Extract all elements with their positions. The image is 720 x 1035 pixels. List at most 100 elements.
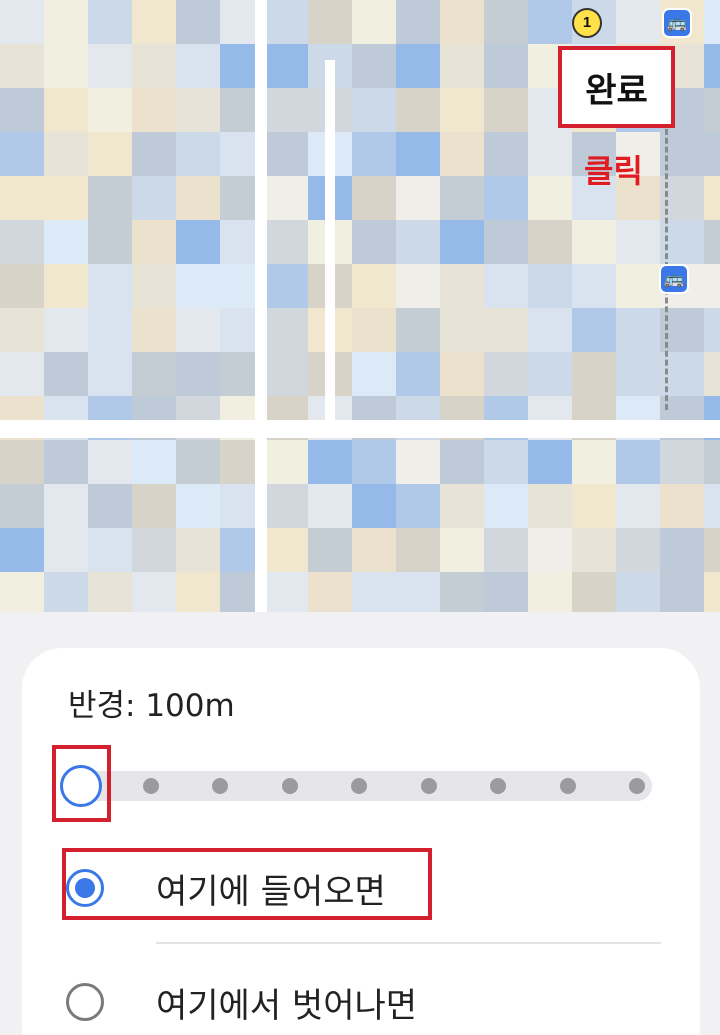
map-tile	[176, 528, 220, 572]
poi-number-badge[interactable]: 1	[572, 8, 602, 38]
map-tile	[528, 308, 572, 352]
map-tile	[176, 308, 220, 352]
map-tile	[176, 440, 220, 484]
map-tile	[704, 88, 720, 132]
map-tile	[0, 176, 44, 220]
radio-leave[interactable]	[66, 983, 104, 1021]
map-tile	[396, 264, 440, 308]
map-tile	[176, 572, 220, 612]
map-tile	[572, 440, 616, 484]
map-tile	[440, 132, 484, 176]
map-tile	[440, 308, 484, 352]
radius-slider-thumb[interactable]	[60, 765, 102, 807]
map-tile	[44, 176, 88, 220]
map-tile	[132, 88, 176, 132]
option-leave[interactable]: 여기에서 벗어나면	[66, 972, 417, 1032]
map-tile	[572, 352, 616, 396]
map-tile	[616, 484, 660, 528]
map-tile	[616, 440, 660, 484]
map-tile	[132, 264, 176, 308]
map-tile	[616, 264, 660, 308]
map-tile	[88, 440, 132, 484]
radius-slider-step[interactable]	[143, 778, 159, 794]
map-tile	[132, 352, 176, 396]
map-tile	[704, 132, 720, 176]
map-tile	[484, 88, 528, 132]
map-tile	[88, 44, 132, 88]
map-tile	[352, 572, 396, 612]
map-tile	[132, 44, 176, 88]
option-enter-label: 여기에 들어오면	[156, 871, 386, 912]
done-button[interactable]: 완료	[558, 46, 675, 128]
map-tile	[176, 176, 220, 220]
map-road	[325, 60, 335, 420]
map-tile	[352, 264, 396, 308]
map-tile	[396, 528, 440, 572]
map-tile	[352, 88, 396, 132]
map-tile	[440, 0, 484, 44]
map-tile	[132, 132, 176, 176]
map-tile	[528, 572, 572, 612]
radio-enter[interactable]	[66, 869, 104, 907]
map-tile	[352, 528, 396, 572]
map-tile	[528, 220, 572, 264]
map-tile	[704, 44, 720, 88]
map-tile	[396, 440, 440, 484]
map-tile	[616, 528, 660, 572]
map-tile	[132, 0, 176, 44]
click-annotation: 클릭	[584, 152, 643, 190]
map-tile	[44, 440, 88, 484]
radius-label: 반경: 100m	[68, 688, 235, 724]
map-tile	[484, 44, 528, 88]
map-tile	[176, 88, 220, 132]
map-tile	[704, 220, 720, 264]
radius-slider-step[interactable]	[420, 778, 437, 794]
map-tile	[440, 528, 484, 572]
map-tile	[176, 44, 220, 88]
map-tile	[44, 88, 88, 132]
option-enter[interactable]: 여기에 들어오면	[66, 858, 386, 918]
map-tile	[0, 132, 44, 176]
map-tile	[352, 352, 396, 396]
divider	[156, 942, 661, 944]
map-tile	[264, 88, 308, 132]
map-tile	[660, 572, 704, 612]
map-tile	[616, 0, 660, 44]
map-tile	[176, 264, 220, 308]
map-road	[255, 0, 267, 612]
map-tile	[704, 440, 720, 484]
map-tile	[484, 264, 528, 308]
option-leave-label: 여기에서 벗어나면	[156, 985, 418, 1026]
map-tile	[484, 440, 528, 484]
map-tile	[0, 308, 44, 352]
bus-stop-icon[interactable]: 🚌	[662, 8, 692, 38]
radius-slider-step[interactable]	[559, 778, 576, 794]
map-tile	[132, 176, 176, 220]
map-tile	[88, 308, 132, 352]
map-tile	[704, 308, 720, 352]
map-tile	[264, 0, 308, 44]
map-tile	[440, 44, 484, 88]
map-tile	[176, 220, 220, 264]
radius-slider-step[interactable]	[281, 778, 298, 794]
map-tile	[352, 440, 396, 484]
map-tile	[616, 572, 660, 612]
map-tile	[132, 572, 176, 612]
bus-stop-icon[interactable]: 🚌	[659, 264, 689, 294]
map-tile	[88, 484, 132, 528]
map-tile	[616, 352, 660, 396]
map-tile	[0, 220, 44, 264]
map-tile	[572, 264, 616, 308]
map-tile	[528, 352, 572, 396]
map-tile	[44, 0, 88, 44]
map-tile	[132, 440, 176, 484]
map-tile	[0, 572, 44, 612]
map-tile	[352, 0, 396, 44]
map-tile	[352, 220, 396, 264]
map-tile	[176, 352, 220, 396]
map-tile	[0, 264, 44, 308]
map-tile	[704, 0, 720, 44]
map-tile	[308, 0, 352, 44]
map-tile	[88, 528, 132, 572]
radius-slider-step[interactable]	[629, 778, 645, 794]
